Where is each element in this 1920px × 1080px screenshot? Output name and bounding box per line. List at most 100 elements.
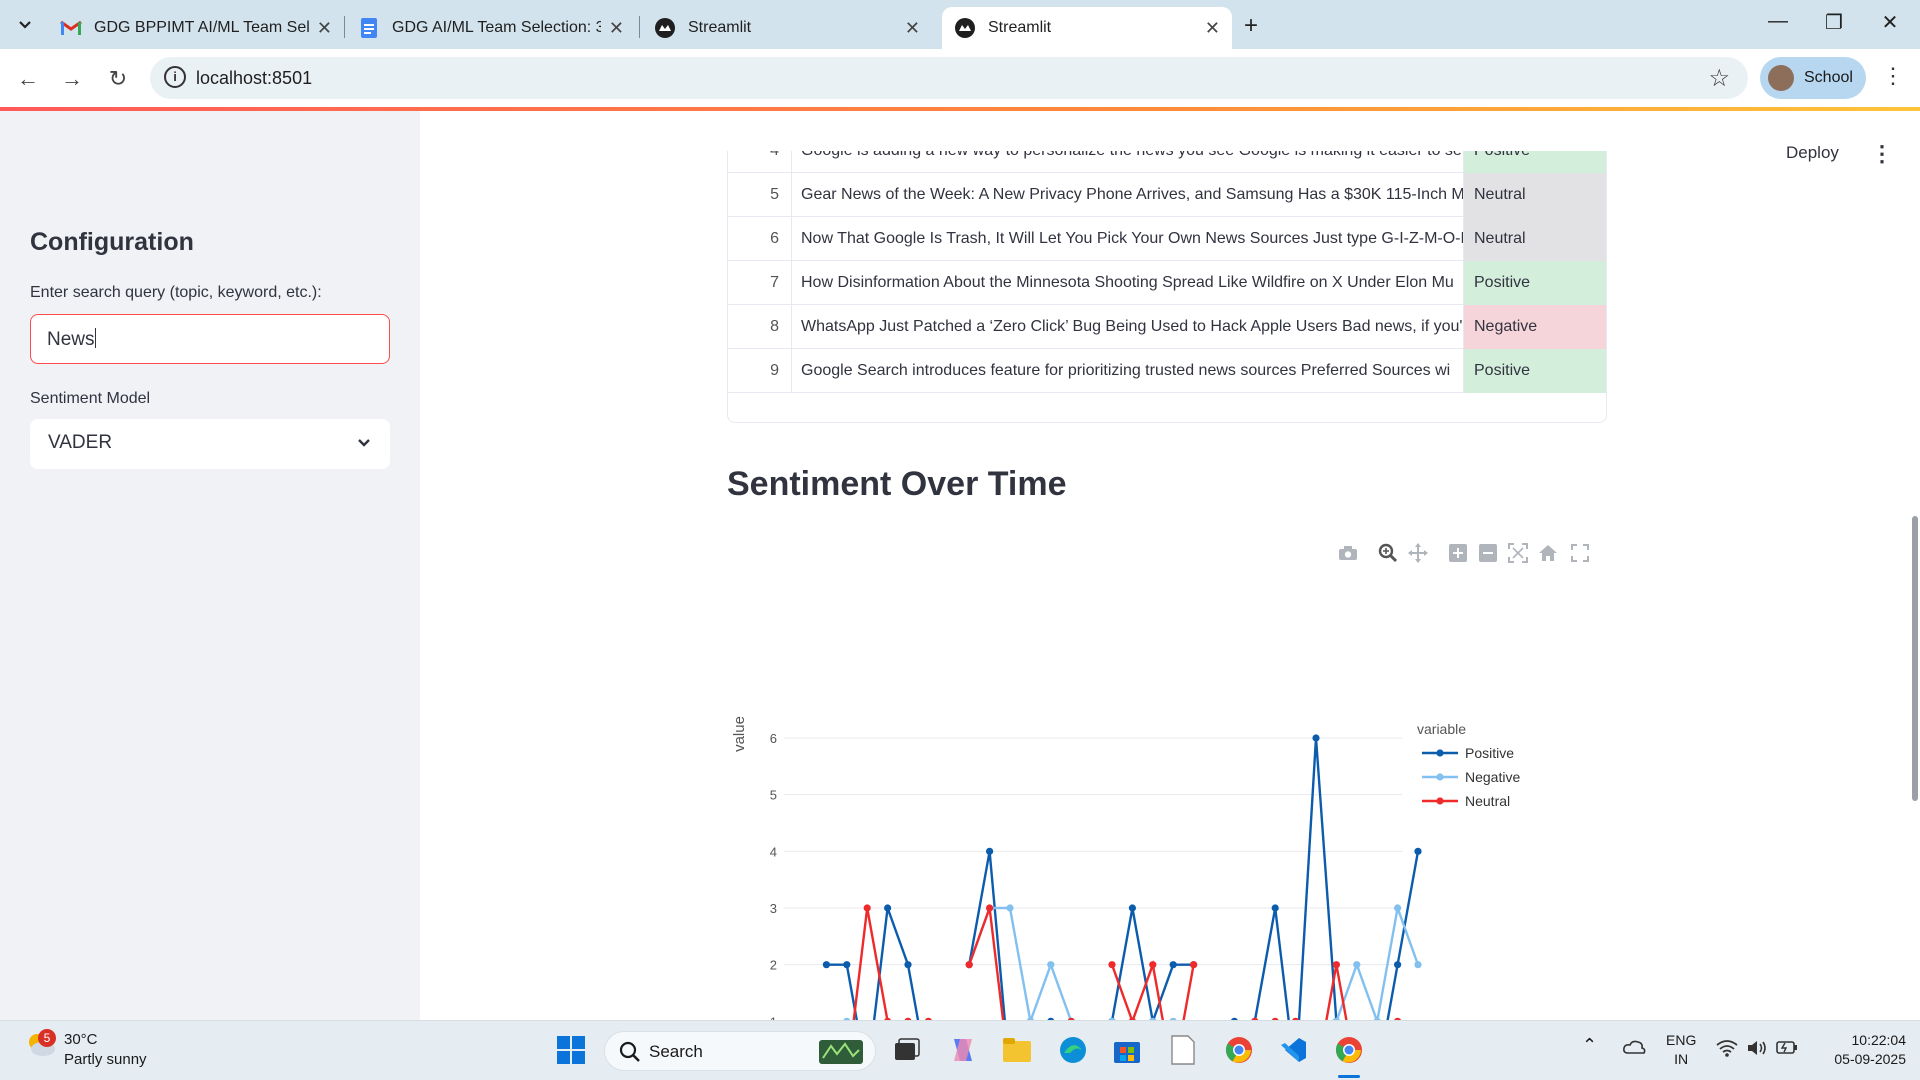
row-sentiment[interactable]: Neutral [1464,173,1606,217]
profile-button[interactable]: School [1760,57,1866,99]
tab-gmail[interactable]: GDG BPPIMT AI/ML Team Selec ✕ [48,7,344,49]
sidebar: Configuration Enter search query (topic,… [0,111,420,1020]
row-sentiment[interactable]: Negative [1464,305,1606,349]
zoom-in-icon[interactable] [1446,541,1470,565]
tab-search-button[interactable] [8,10,42,40]
autoscale-icon[interactable] [1506,541,1530,565]
chrome-icon[interactable] [1222,1033,1256,1067]
data-point[interactable] [1271,904,1279,912]
data-point[interactable] [1006,904,1014,912]
wifi-icon[interactable] [1716,1039,1738,1060]
taskbar-clock[interactable]: 10:22:04 05-09-2025 [1810,1031,1906,1069]
zoom-icon[interactable] [1376,541,1400,565]
notepad-icon[interactable] [1166,1033,1200,1067]
data-point[interactable] [986,847,994,855]
tab-streamlit[interactable]: Streamlit ✕ [642,7,932,49]
tab-docs[interactable]: GDG AI/ML Team Selection: 3rd ✕ [346,7,636,49]
camera-icon[interactable] [1336,541,1360,565]
data-point[interactable] [1149,961,1157,969]
row-index: 5 [728,173,792,217]
restore-button[interactable]: ❐ [1814,10,1854,35]
weather-widget[interactable]: 5 30°C Partly sunny [24,1029,147,1068]
data-point[interactable] [904,961,912,969]
row-title[interactable]: Gear News of the Week: A New Privacy Pho… [792,173,1464,217]
tab-streamlit-active[interactable]: Streamlit ✕ [942,7,1232,49]
language-indicator[interactable]: ENG IN [1666,1031,1696,1069]
new-tab-button[interactable]: + [1244,12,1258,40]
legend-item[interactable]: Positive [1422,745,1514,761]
table-row: 4 Google is adding a new way to personal… [728,151,1606,173]
legend-marker [1436,749,1444,757]
close-window-button[interactable]: ✕ [1870,10,1910,35]
copilot-icon[interactable] [946,1033,980,1067]
row-index: 4 [728,151,792,173]
deploy-button[interactable]: Deploy [1786,143,1839,163]
home-icon[interactable] [1536,541,1560,565]
data-point[interactable] [986,904,994,912]
fullscreen-icon[interactable] [1568,541,1592,565]
sentiment-line-chart[interactable]: 0123456 Aug 3Aug 10Aug 17Aug 24Aug 31 va… [727,591,1667,1020]
edge-icon[interactable] [1056,1033,1090,1067]
back-button[interactable]: ← [12,63,44,95]
zoom-out-icon[interactable] [1476,541,1500,565]
row-sentiment[interactable]: Positive [1464,261,1606,305]
data-point[interactable] [884,904,892,912]
legend-item[interactable]: Neutral [1422,793,1510,809]
data-point[interactable] [1128,904,1136,912]
data-point[interactable] [1394,904,1402,912]
taskbar-search[interactable]: Search [604,1031,876,1071]
sentiment-model-select[interactable]: VADER [30,419,390,469]
legend-item[interactable]: Negative [1422,769,1520,785]
browser-menu-icon[interactable]: ⋮ [1882,63,1904,89]
volume-icon[interactable] [1746,1039,1768,1060]
close-icon[interactable]: ✕ [317,18,332,39]
file-explorer-icon[interactable] [1000,1033,1034,1067]
row-title[interactable]: Now That Google Is Trash, It Will Let Yo… [792,217,1464,261]
data-point[interactable] [1332,961,1340,969]
tray-overflow-chevron-icon[interactable]: ⌃ [1582,1035,1597,1056]
row-title[interactable]: Google Search introduces feature for pri… [792,349,1464,393]
row-sentiment[interactable]: Positive [1464,349,1606,393]
pan-icon[interactable] [1406,541,1430,565]
battery-icon[interactable] [1776,1039,1798,1058]
data-point[interactable] [1394,961,1402,969]
data-point[interactable] [822,961,830,969]
y-tick-labels: 0123456 [770,731,777,1020]
windows-start-icon[interactable] [554,1033,588,1067]
data-point[interactable] [1353,961,1361,969]
scrollbar-thumb[interactable] [1912,516,1918,801]
reload-button[interactable]: ↻ [102,63,134,95]
data-point[interactable] [863,904,871,912]
minimize-button[interactable]: — [1758,10,1798,33]
data-point[interactable] [1414,961,1422,969]
row-sentiment[interactable]: Neutral [1464,217,1606,261]
search-query-input[interactable]: News [30,314,390,364]
data-point[interactable] [1108,961,1116,969]
bookmark-star-icon[interactable]: ☆ [1708,64,1730,93]
onedrive-icon[interactable] [1622,1039,1646,1058]
data-point[interactable] [1190,961,1198,969]
clock-date: 05-09-2025 [1834,1051,1906,1067]
model-selected-value: VADER [48,432,113,453]
row-sentiment[interactable]: Positive [1464,151,1606,173]
close-icon[interactable]: ✕ [905,18,920,39]
data-point[interactable] [1414,847,1422,855]
close-icon[interactable]: ✕ [609,18,624,39]
chrome-active-icon[interactable] [1332,1033,1366,1067]
app-menu-icon[interactable]: ⋮ [1871,141,1893,167]
data-point[interactable] [965,961,973,969]
row-title[interactable]: Google is adding a new way to personaliz… [792,151,1464,173]
row-title[interactable]: WhatsApp Just Patched a ‘Zero Click’ Bug… [792,305,1464,349]
data-point[interactable] [843,961,851,969]
data-point[interactable] [1312,734,1320,742]
data-point[interactable] [1047,961,1055,969]
close-icon[interactable]: ✕ [1205,18,1220,39]
row-title[interactable]: How Disinformation About the Minnesota S… [792,261,1464,305]
site-info-icon[interactable]: i [164,66,186,88]
vscode-icon[interactable] [1276,1033,1310,1067]
store-icon[interactable] [1110,1033,1144,1067]
data-point[interactable] [1169,961,1177,969]
forward-button[interactable]: → [56,63,88,95]
address-bar[interactable]: i localhost:8501 ☆ [150,57,1748,99]
task-view-icon[interactable] [890,1033,924,1067]
